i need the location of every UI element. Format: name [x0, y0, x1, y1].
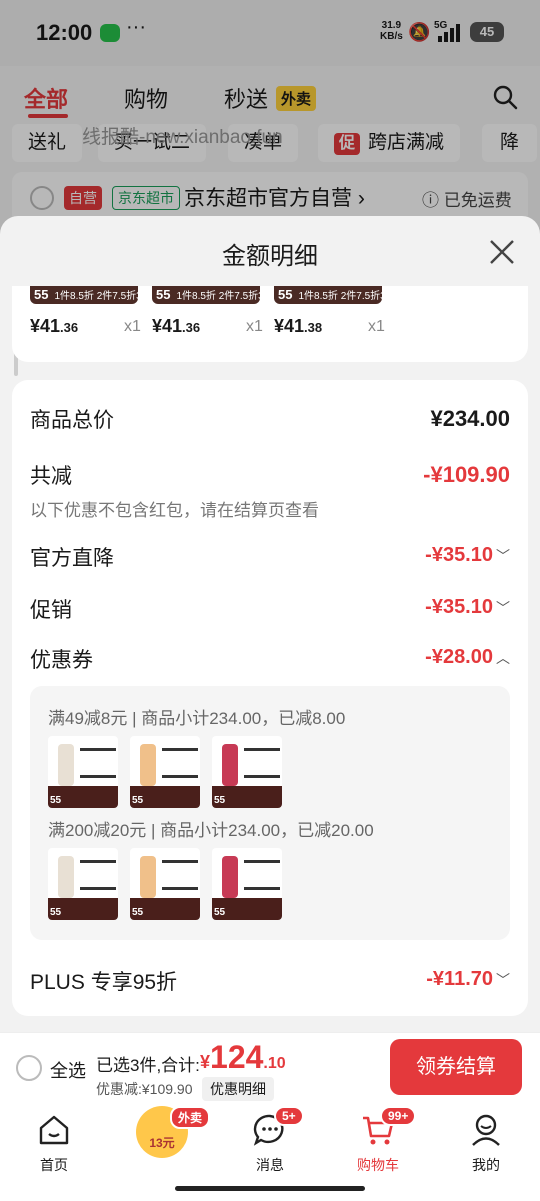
chevron-down-icon: ﹀	[496, 972, 510, 988]
coupon-row[interactable]: -¥28.00 ︿	[425, 646, 510, 669]
chevron-down-icon: ﹀	[496, 548, 510, 564]
checkout-bar: 全选 已选3件,合计: ¥124.10 优惠减:¥109.90 优惠明细 领券结…	[0, 1032, 540, 1104]
product-image: 551件8.5折 2件7.5折3件7折	[274, 286, 382, 304]
plus-discount-label: PLUS 专享95折	[30, 971, 178, 994]
official-discount-label: 官方直降	[30, 547, 114, 570]
promotion-label: 促销	[30, 599, 72, 622]
product-item[interactable]: 551件8.5折 2件7.5折3件7折 ¥41.38 x1	[274, 286, 386, 336]
home-icon	[39, 1115, 69, 1145]
product-thumbnail: 55	[212, 848, 282, 920]
discount-note: 以下优惠不包含红包，请在结算页查看	[30, 501, 319, 520]
coupon-label: 优惠券	[30, 649, 93, 672]
coupon-detail-box: 满49减8元 | 商品小计234.00，已减8.00 55 55 55 满200…	[30, 686, 510, 940]
promotion-row[interactable]: -¥35.10 ﹀	[425, 596, 510, 619]
product-list-card: 551件8.5折 2件7.5折3件7折 ¥41.36 x1 551件8.5折 2…	[12, 286, 528, 362]
total-amount: ¥124.10	[200, 1039, 286, 1075]
cart-badge: 99+	[380, 1106, 417, 1126]
discount-detail-button[interactable]: 优惠明细	[202, 1077, 274, 1101]
messages-badge: 5+	[274, 1106, 304, 1126]
product-thumbnail: 55	[130, 736, 200, 808]
coupon-rule: 满200减20元 | 商品小计234.00，已减20.00	[48, 821, 374, 840]
chevron-up-icon: ︿	[496, 650, 510, 666]
nav-home[interactable]: 首页	[14, 1112, 94, 1175]
product-item[interactable]: 551件8.5折 2件7.5折3件7折 ¥41.36 x1	[30, 286, 142, 336]
select-all-radio[interactable]	[16, 1055, 42, 1081]
user-icon	[472, 1114, 500, 1146]
product-item[interactable]: 551件8.5折 2件7.5折3件7折 ¥41.36 x1	[152, 286, 264, 336]
product-thumbnail: 55	[130, 848, 200, 920]
total-reduce-value: -¥109.90	[423, 462, 510, 487]
chevron-down-icon: ﹀	[496, 600, 510, 616]
total-price-value: ¥234.00	[430, 406, 510, 431]
product-thumbnail: 55	[212, 736, 282, 808]
amount-breakdown-card: 商品总价 ¥234.00 共减 -¥109.90 以下优惠不包含红包，请在结算页…	[12, 380, 528, 1016]
coupon-rule: 满49减8元 | 商品小计234.00，已减8.00	[48, 709, 346, 728]
product-thumbnail: 55	[48, 736, 118, 808]
close-icon[interactable]	[488, 238, 516, 266]
amount-detail-sheet: 金额明细 551件8.5折 2件7.5折3件7折 ¥41.36 x1 551件8…	[0, 216, 540, 1032]
product-image: 551件8.5折 2件7.5折3件7折	[152, 286, 260, 304]
product-price: ¥41.38	[274, 316, 323, 336]
discount-summary: 优惠减:¥109.90	[96, 1081, 193, 1097]
home-indicator[interactable]	[175, 1186, 365, 1191]
total-reduce-label: 共减	[30, 465, 72, 488]
sheet-title: 金额明细	[222, 243, 318, 270]
product-image: 551件8.5折 2件7.5折3件7折	[30, 286, 138, 304]
product-thumbnail: 55	[48, 848, 118, 920]
plus-discount-row[interactable]: -¥11.70 ﹀	[426, 968, 510, 991]
product-price: ¥41.36	[152, 316, 201, 336]
nav-messages[interactable]: 消息 5+	[230, 1106, 310, 1175]
nav-me[interactable]: 我的	[446, 1112, 526, 1175]
product-qty: x1	[124, 318, 141, 335]
nav-cart[interactable]: 购物车 99+	[338, 1106, 418, 1175]
checkout-button[interactable]: 领券结算	[390, 1039, 522, 1095]
product-qty: x1	[368, 318, 385, 335]
selected-summary: 已选3件,合计:	[96, 1056, 200, 1075]
product-price: ¥41.36	[30, 316, 79, 336]
official-discount-row[interactable]: -¥35.10 ﹀	[425, 544, 510, 567]
product-qty: x1	[246, 318, 263, 335]
select-all-label[interactable]: 全选	[50, 1057, 86, 1083]
total-price-label: 商品总价	[30, 409, 114, 432]
waimai-nav-badge: 外卖	[170, 1106, 211, 1129]
